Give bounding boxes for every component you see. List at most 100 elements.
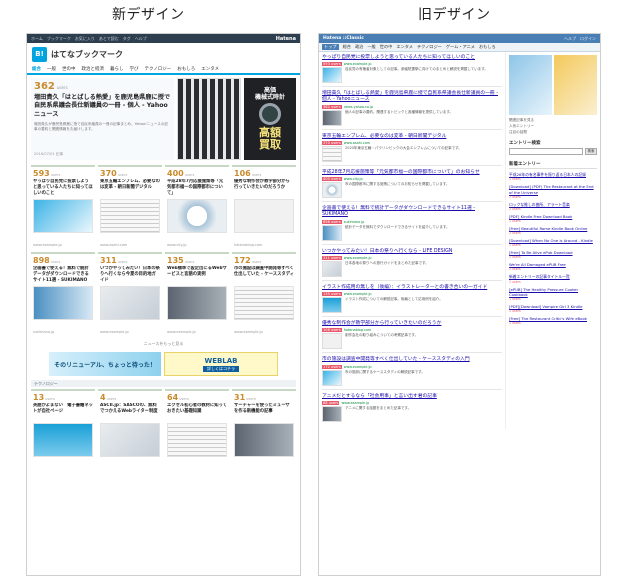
nav-tab[interactable]: 一般 — [367, 44, 375, 50]
entry-title[interactable]: アニメだとするなら「社会用事」と言い出す君の記事 — [322, 394, 502, 400]
card-title[interactable]: ASCII.jp：SASCOの、無料でつかえるWebライター制度 — [100, 403, 160, 421]
topbar-item[interactable]: あとで読む — [99, 36, 119, 42]
nav-tab[interactable]: 学び — [130, 66, 139, 72]
nav-tab[interactable]: エンタメ — [396, 44, 413, 50]
entry-title[interactable]: 優秀な制作会が教学部分から行っていきたいのだろうか — [322, 321, 502, 327]
card-title[interactable]: 東京五輪エンブレム、必要なのは変革 - 朝日新聞デジタル — [100, 179, 160, 197]
entry-card[interactable]: 64users エクセル初心者の教材に知っておきたい基礎知識 — [165, 389, 229, 473]
entry-title[interactable]: 東京五輪エンブレム、必要なのは変革 - 朝日新聞デジタル — [322, 134, 502, 140]
new-entry-title[interactable]: [Download] When No One is Around - Kindl… — [509, 238, 597, 243]
users-badge[interactable]: 593 users — [322, 62, 342, 67]
topbar-item[interactable]: お気に入り — [75, 36, 95, 42]
new-entry-users[interactable]: 1 users — [509, 309, 597, 313]
card-title[interactable]: サーチャーを使ったミューザを作る新機能の記事 — [234, 403, 294, 421]
new-entry-users[interactable]: 1 users — [509, 255, 597, 259]
topbar-item[interactable]: ホーム — [31, 36, 43, 42]
topbar-item[interactable]: ヘルプ — [135, 36, 147, 42]
featured-title[interactable]: 増田貴久「はとばしる熱愛」を鹿児島県鹿に授で自民系県議会長仕新議員の一冊 - 個… — [34, 94, 171, 119]
entry-card[interactable]: 370users 東京五輪エンブレム、必要なのは変革 - 朝日新聞デジタル ww… — [98, 165, 162, 249]
new-entry-users[interactable]: 1 users — [509, 207, 597, 211]
search-input[interactable] — [509, 148, 583, 156]
bookmark-logo-icon[interactable]: B! — [32, 46, 47, 62]
sidebar-ad[interactable] — [509, 55, 597, 115]
entry-title[interactable]: いつかやってみたい！日本の祭りへ行くなら - LIFE DESIGN — [322, 249, 502, 255]
users-badge[interactable]: 311 users — [322, 255, 342, 260]
users-badge[interactable]: 172 users — [322, 364, 342, 369]
nav-tab[interactable]: 政治と経済 — [82, 66, 105, 72]
sidebar-link[interactable]: 注目の話題 — [509, 130, 597, 136]
new-entry-users[interactable]: 1 users — [509, 231, 597, 235]
nav-tab[interactable]: おもしろ — [177, 66, 195, 72]
entry-thumbnail[interactable] — [322, 297, 342, 314]
entry-card[interactable]: 400users 平成28年7月応援施策等「元気都市福一の国際都市について」 w… — [165, 165, 229, 249]
entry-thumbnail[interactable] — [322, 405, 342, 422]
entry-site[interactable]: news.yahoo.co.jp — [344, 105, 373, 109]
entry-title[interactable]: 平成28年7月応援施策等「元気都市福一の国際都市について」のお知らせ — [322, 170, 502, 176]
card-thumbnail[interactable] — [100, 199, 160, 233]
nav-tab[interactable]: おもしろ — [479, 44, 496, 50]
users-badge[interactable]: 370 users — [322, 140, 342, 145]
new-entry-title[interactable]: 平成28年の有名事件を振り返る日本人の記録 — [509, 172, 597, 177]
search-button[interactable]: 検索 — [585, 148, 597, 156]
card-thumbnail[interactable] — [33, 286, 93, 320]
nav-tab[interactable]: 総合 — [343, 44, 351, 50]
more-link[interactable]: ニュースをもっと見る — [27, 338, 300, 350]
entry-card[interactable]: 135users Web標準で設定出にるWebサービスと言語の実例 www.ex… — [165, 252, 229, 336]
entry-card[interactable]: 898users 企画書で使える！無料で統計データがダウンロードできるサイト11… — [31, 252, 95, 336]
nav-tab[interactable]: 一般 — [47, 66, 56, 72]
entry-title[interactable]: イラスト作成用の無しを（後編）：イラストレーターとの書き合いの一ガイド — [322, 285, 502, 291]
ad-image[interactable] — [554, 55, 597, 115]
entry-site[interactable]: www.example.jp — [344, 365, 372, 369]
card-title[interactable]: エクセル初心者の教材に知っておきたい基礎知識 — [167, 403, 227, 421]
entry-title[interactable]: 市の施設は調査中開発等すべく仕出していた - ケーススタディの入門 — [322, 357, 502, 363]
card-title[interactable]: いつかやってみたい！日本の祭りへ行くなら今夏の目的地ガイド — [100, 266, 160, 284]
new-entry-title[interactable]: [Free] The Restaurant Critic's Wife eBoo… — [509, 316, 597, 321]
nav-tab[interactable]: ゲーム・アニメ — [446, 44, 475, 50]
nav-tab[interactable]: 総合 — [32, 66, 41, 72]
card-thumbnail[interactable] — [234, 286, 294, 320]
promo-button[interactable]: 詳しくはコチラ — [203, 365, 239, 372]
entry-card[interactable]: 106users 優秀な制作会が教学部分から行っていきたいのだろうか haten… — [232, 165, 296, 249]
card-title[interactable]: 優秀な制作会が教学部分から行っていきたいのだろうか — [234, 179, 294, 197]
users-badge[interactable]: 88 users — [322, 400, 340, 405]
nav-tab[interactable]: 世の中 — [380, 44, 393, 50]
card-title[interactable]: 企画書で使える！無料で統計データがダウンロードできるサイト11選 - SUKIM… — [33, 266, 93, 284]
entry-card[interactable]: 31users サーチャーを使ったミューザを作る新機能の記事 — [232, 389, 296, 473]
entry-thumbnail[interactable] — [322, 182, 342, 199]
new-entry-users[interactable]: 1 users — [509, 267, 597, 271]
entry-site[interactable]: www.asahi.com — [344, 141, 370, 145]
nav-tab[interactable]: 世の中 — [62, 66, 76, 72]
card-thumbnail[interactable] — [234, 423, 294, 457]
entry-site[interactable]: www.city.jp — [344, 177, 363, 181]
card-thumbnail[interactable] — [33, 199, 93, 233]
card-thumbnail[interactable] — [100, 423, 160, 457]
new-entry-users[interactable]: 1 users — [509, 243, 597, 247]
nav-tab[interactable]: トップ — [322, 44, 339, 50]
section-header[interactable]: テクノロジー — [31, 380, 296, 387]
featured-photo[interactable] — [177, 78, 241, 160]
new-entry-users[interactable]: 1 users — [509, 280, 597, 284]
entry-card[interactable]: 311users いつかやってみたい！日本の祭りへ行くなら今夏の目的地ガイド w… — [98, 252, 162, 336]
entry-title[interactable]: 増田貴久「はとばしる熱愛」を鹿児島県鹿に授で自民系県議会長仕新議員の一冊 - 個… — [322, 91, 502, 103]
users-badge[interactable]: 400 users — [322, 177, 342, 182]
entry-card[interactable]: 172users 市の施設は調査中開発等すべく仕出していた - ケーススタディ … — [232, 252, 296, 336]
new-entry-title[interactable]: [ePUB] The Healthy Pressure Cooker Cookb… — [509, 287, 597, 297]
featured-entry[interactable]: 362 users 増田貴久「はとばしる熱愛」を鹿児島県鹿に授で自民系県議会長仕新… — [31, 78, 296, 160]
entry-thumbnail[interactable] — [322, 333, 342, 350]
entry-card[interactable]: 593users やっぱり自民党に投票しようと思っている人たちに知ってほしいのこ… — [31, 165, 95, 249]
new-entry-users[interactable]: 1 users — [509, 219, 597, 223]
new-entry-title[interactable]: [Download] (PDF) The Restaurant at the E… — [509, 184, 597, 194]
users-badge[interactable]: 106 users — [322, 328, 342, 333]
new-entry-title[interactable]: [Free] Beautiful Rome Kindle Book Online — [509, 226, 597, 231]
entry-card[interactable]: 4users ASCII.jp：SASCOの、無料でつかえるWebライター制度 — [98, 389, 162, 473]
users-badge[interactable]: 362 users — [322, 104, 342, 109]
ad-banner[interactable]: 高価 機械式時計 高額 買取 — [244, 78, 296, 160]
nav-tab[interactable]: テクノロジー — [417, 44, 442, 50]
brand-title[interactable]: はてなブックマーク — [51, 49, 123, 60]
new-entry-users[interactable]: 1 users — [509, 177, 597, 181]
card-thumbnail[interactable] — [167, 423, 227, 457]
hatena-logo[interactable]: Hatena — [276, 36, 296, 42]
new-entry-users[interactable]: 1 users — [509, 321, 597, 325]
entry-site[interactable]: hatenablog.com — [344, 328, 372, 332]
topbar-links[interactable]: ヘルプ ログイン — [564, 36, 596, 42]
